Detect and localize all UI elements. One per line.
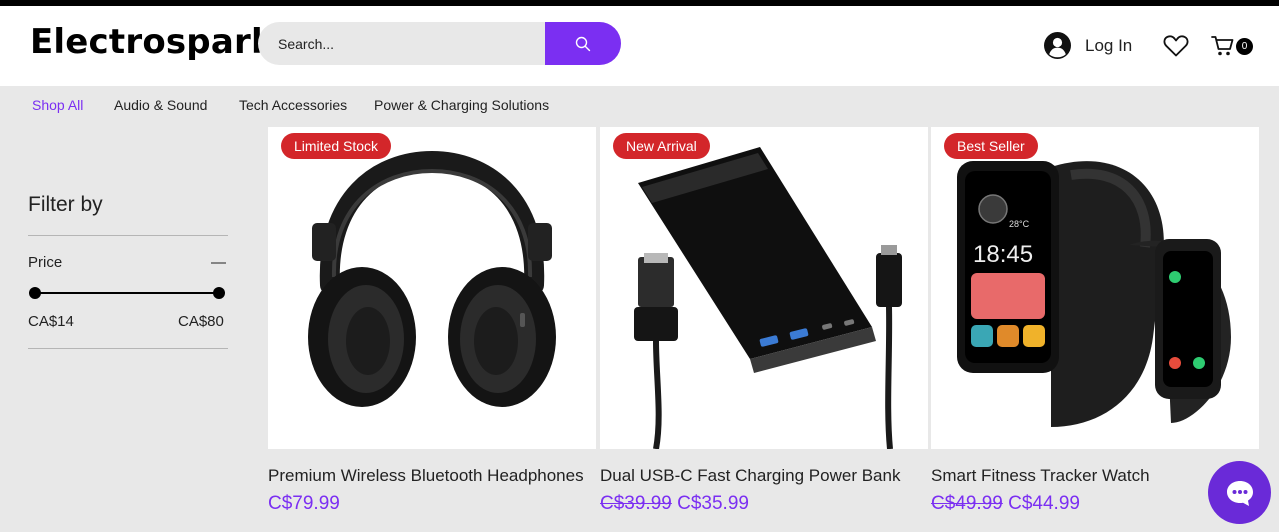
login-button[interactable]: Log In [1044, 32, 1132, 59]
product-original-price: C$49.99 [931, 493, 1003, 514]
product-sale-price: C$35.99 [677, 493, 749, 514]
price-slider-max-handle[interactable] [213, 287, 225, 299]
chat-button[interactable] [1208, 461, 1271, 524]
site-header: Electrospark Log In 0 [0, 6, 1279, 86]
product-sale-price: C$44.99 [1008, 493, 1080, 514]
product-name[interactable]: Premium Wireless Bluetooth Headphones [268, 466, 584, 486]
product-card-smart-watch[interactable]: Best Seller 28°C 18:45 Smart Fitness Tra… [931, 127, 1259, 532]
filter-divider [28, 235, 228, 236]
nav-item-audio-sound[interactable]: Audio & Sound [114, 97, 207, 113]
user-avatar-icon [1044, 32, 1071, 59]
product-image[interactable]: Limited Stock [268, 127, 596, 449]
login-label: Log In [1085, 35, 1133, 55]
price-slider-min-handle[interactable] [29, 287, 41, 299]
product-ribbon: Best Seller [944, 133, 1038, 159]
watch-screen-time: 18:45 [973, 241, 1033, 268]
price-slider-track[interactable] [34, 292, 220, 294]
headphones-image [308, 150, 556, 407]
price-min-value: CA$14 [28, 313, 74, 330]
wishlist-heart-icon[interactable] [1163, 35, 1189, 57]
search-icon [575, 36, 591, 51]
product-price-row: C$49.99 C$44.99 [931, 493, 1080, 515]
filter-title: Filter by [28, 193, 103, 216]
product-image[interactable]: Best Seller 28°C 18:45 [931, 127, 1259, 449]
search-bar [258, 22, 621, 65]
filter-divider [28, 348, 228, 349]
product-price-row: C$39.99 C$35.99 [600, 493, 749, 515]
chat-bubble-icon [1226, 480, 1253, 506]
product-name[interactable]: Dual USB-C Fast Charging Power Bank [600, 466, 900, 486]
product-price: C$79.99 [268, 493, 340, 514]
product-ribbon: Limited Stock [281, 133, 392, 159]
cart-icon[interactable] [1211, 35, 1235, 57]
nav-item-shop-all[interactable]: Shop All [32, 97, 83, 113]
product-name[interactable]: Smart Fitness Tracker Watch [931, 466, 1150, 486]
price-max-value: CA$80 [178, 313, 224, 330]
nav-item-tech-accessories[interactable]: Tech Accessories [239, 97, 347, 113]
product-card-power-bank[interactable]: New Arrival Dual USB-C Fast Charging Pow… [600, 127, 928, 532]
smart-watch-image: 28°C 18:45 [957, 161, 1231, 427]
product-card-headphones[interactable]: Limited Stock Premium Wireless Bluetooth… [268, 127, 596, 532]
search-button[interactable] [545, 22, 621, 65]
category-nav: Shop All Audio & Sound Tech Accessories … [0, 86, 1279, 124]
product-ribbon: New Arrival [613, 133, 710, 159]
cart-count-badge: 0 [1236, 38, 1253, 55]
search-input[interactable] [258, 22, 545, 65]
power-bank-image [634, 147, 902, 449]
site-logo[interactable]: Electrospark [30, 22, 274, 62]
product-image[interactable]: New Arrival [600, 127, 928, 449]
price-filter-label[interactable]: Price [28, 254, 62, 271]
product-price-row: C$79.99 [268, 493, 340, 515]
svg-text:28°C: 28°C [1009, 219, 1030, 229]
price-collapse-toggle[interactable]: — [211, 254, 226, 271]
product-original-price: C$39.99 [600, 493, 672, 514]
nav-item-power-charging[interactable]: Power & Charging Solutions [374, 97, 549, 113]
